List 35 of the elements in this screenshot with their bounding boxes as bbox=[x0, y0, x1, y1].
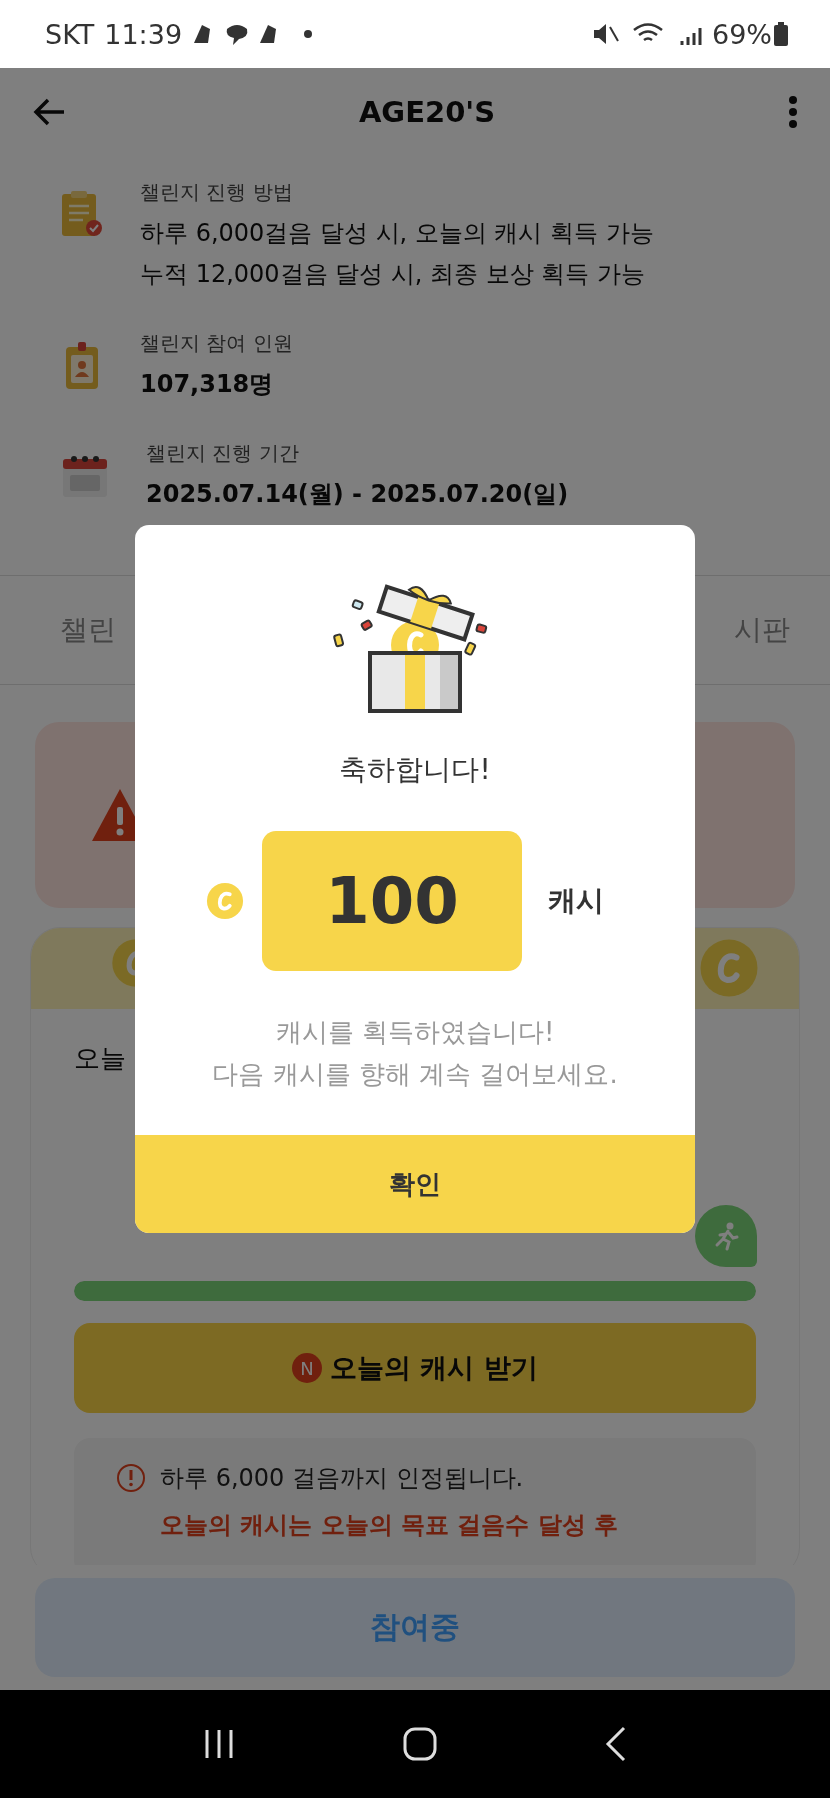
clock-text: 11:39 bbox=[104, 18, 183, 50]
cash-amount: 100 bbox=[262, 831, 522, 971]
coin-icon bbox=[206, 882, 244, 920]
info-value: 누적 12,000걸음 달성 시, 최종 보상 획득 가능 bbox=[140, 259, 646, 290]
info-value: 107,318명 bbox=[140, 369, 275, 400]
tab[interactable]: 시판 bbox=[734, 611, 790, 649]
info-label: 챌린지 진행 기간 bbox=[146, 441, 300, 465]
home-icon[interactable] bbox=[402, 1726, 438, 1762]
battery-icon bbox=[774, 22, 788, 46]
card-title: 오늘 bbox=[74, 1043, 126, 1073]
confirm-button[interactable]: 확인 bbox=[135, 1135, 695, 1233]
participating-button[interactable]: 참여중 bbox=[35, 1578, 795, 1677]
notice-text: 하루 6,000 걸음까지 인정됩니다. bbox=[160, 1463, 525, 1494]
new-badge: N bbox=[292, 1353, 323, 1383]
info-label: 챌린지 진행 방법 bbox=[140, 180, 294, 204]
claim-cash-button[interactable]: N 오늘의 캐시 받기 bbox=[74, 1323, 756, 1413]
cash-unit: 캐시 bbox=[548, 883, 604, 919]
back-icon[interactable] bbox=[604, 1726, 627, 1762]
dialog-message: 캐시를 획득하였습니다! bbox=[275, 1016, 555, 1049]
carrier-text: SKT bbox=[45, 18, 95, 50]
info-label: 챌린지 참여 인원 bbox=[140, 331, 293, 355]
more-icon bbox=[788, 96, 798, 128]
tab[interactable]: 챌린 bbox=[60, 611, 116, 649]
battery-text: 69% bbox=[712, 18, 772, 50]
recent-apps-icon[interactable] bbox=[203, 1728, 236, 1760]
back-arrow-icon bbox=[32, 97, 66, 127]
info-value: 하루 6,000걸음 달성 시, 오늘의 캐시 획득 가능 bbox=[140, 218, 654, 249]
coin-icon bbox=[699, 938, 759, 998]
dialog-title: 축하합니다! bbox=[339, 752, 491, 788]
info-value: 2025.07.14(월) - 2025.07.20(일) bbox=[146, 479, 569, 510]
warning-text: 오늘의 캐시는 오늘의 목표 걸음수 달성 후 bbox=[160, 1510, 619, 1541]
dialog-message: 다음 캐시를 향해 계속 걸어보세요. bbox=[212, 1058, 618, 1091]
info-icon bbox=[116, 1463, 146, 1493]
page-title: AGE20'S bbox=[358, 95, 496, 129]
dot-icon bbox=[304, 30, 313, 38]
